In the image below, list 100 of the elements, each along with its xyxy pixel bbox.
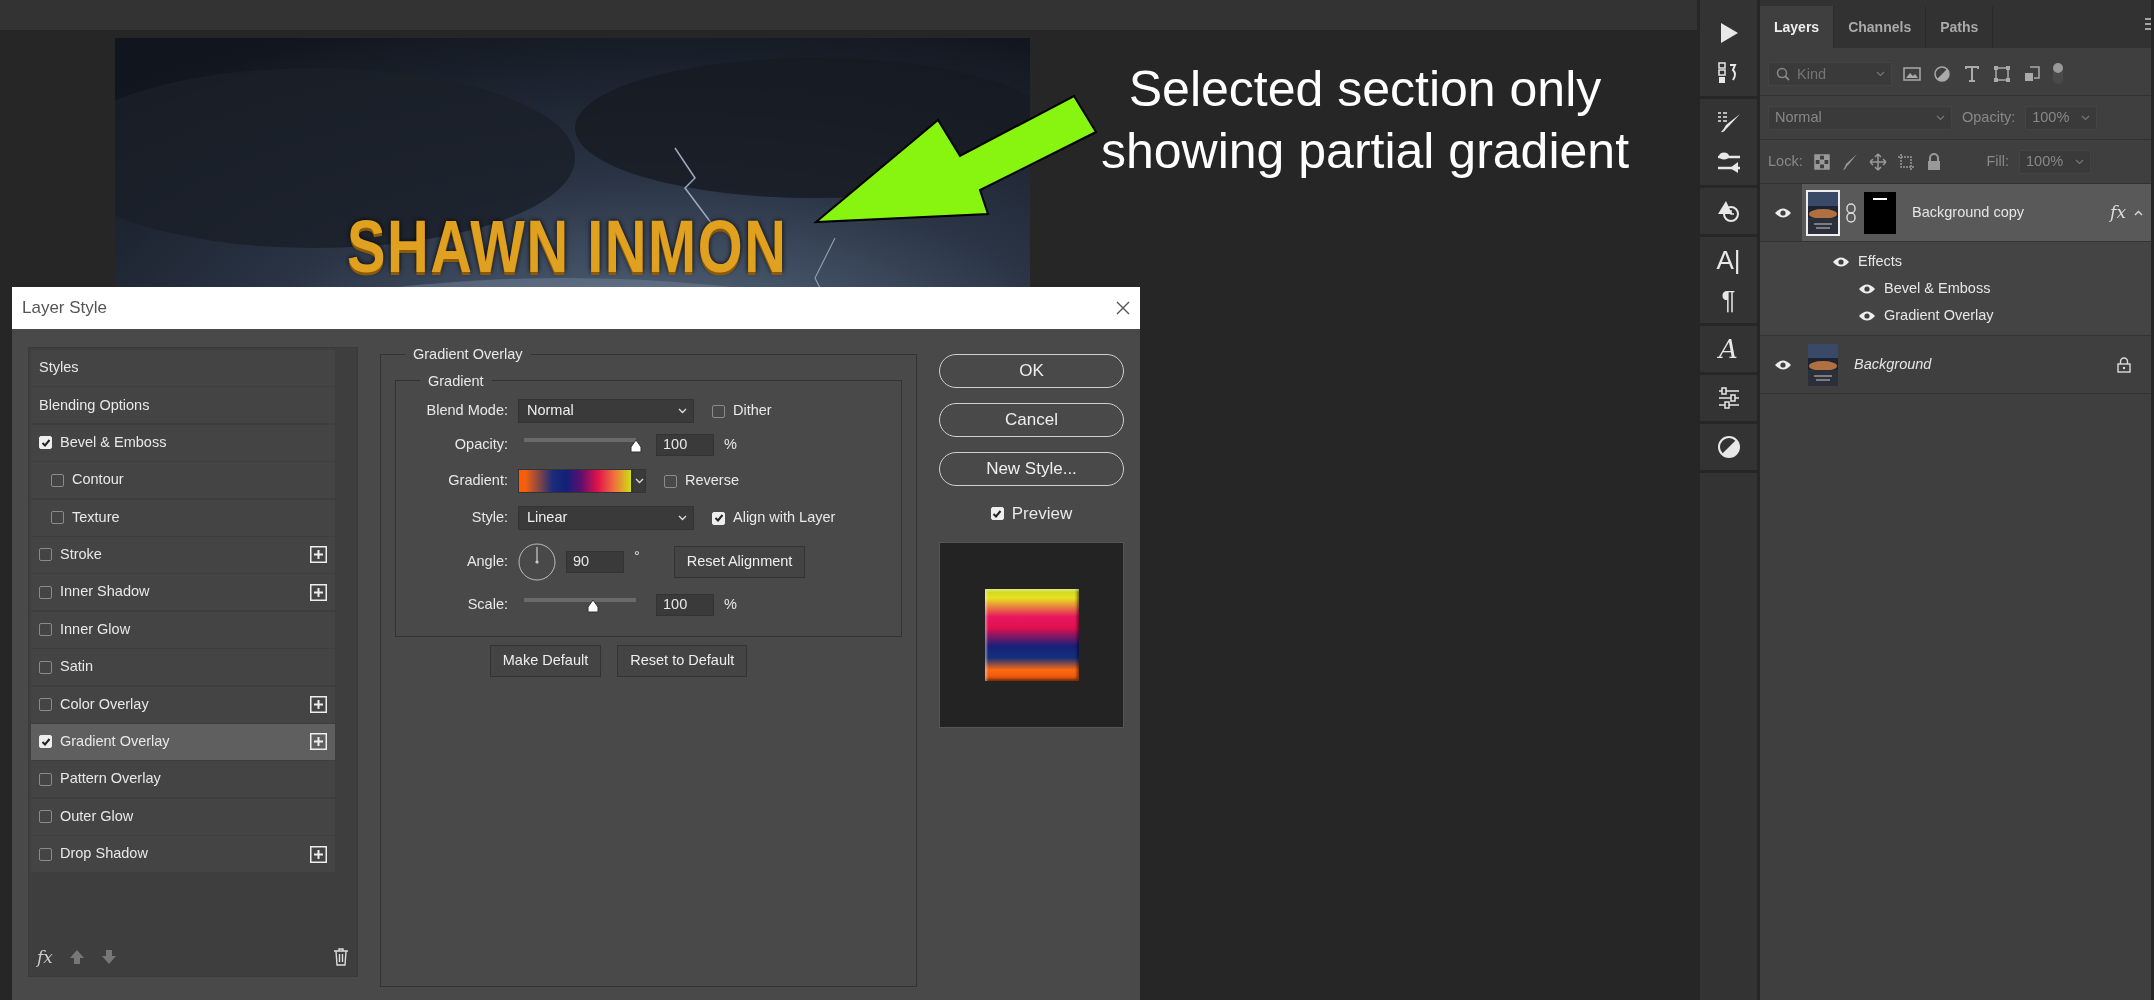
effects-label: Effects — [1858, 251, 1903, 271]
checkbox[interactable] — [39, 623, 52, 637]
paragraph-icon[interactable]: ¶ — [1721, 287, 1736, 313]
eye-icon[interactable] — [1858, 309, 1876, 322]
style-list-item[interactable]: Texture — [31, 499, 335, 536]
dialog-title: Layer Style — [22, 297, 108, 320]
up-arrow-icon[interactable] — [68, 949, 85, 966]
style-list-item[interactable]: Inner Glow — [31, 611, 335, 648]
caret-icon — [678, 515, 687, 521]
checkbox-label: Dither — [733, 401, 772, 421]
fx-menu[interactable]: fx — [37, 944, 53, 970]
menu-icon[interactable] — [2145, 18, 2151, 30]
slider-thumb[interactable] — [587, 599, 600, 613]
link-icon[interactable] — [1846, 202, 1856, 223]
brush-icon[interactable] — [1715, 109, 1742, 135]
checkbox[interactable] — [39, 660, 52, 674]
checkbox[interactable] — [664, 474, 677, 488]
eye-icon[interactable] — [1832, 255, 1850, 268]
style-list-item[interactable]: Gradient Overlay — [31, 723, 335, 760]
checkbox[interactable] — [39, 847, 52, 861]
blend-mode-dropdown[interactable]: Normal — [518, 399, 694, 423]
field-label: Angle: — [465, 552, 508, 572]
caret-icon — [1936, 114, 1945, 121]
checkbox[interactable] — [51, 473, 64, 487]
artwork-title: SHAWN INMON — [347, 210, 788, 284]
effect-name: Bevel & Emboss — [1884, 278, 1991, 298]
default-button[interactable]: Make Default — [489, 645, 602, 677]
trash-icon[interactable] — [333, 948, 349, 967]
add-icon[interactable] — [310, 546, 327, 564]
style-list-item[interactable]: Stroke — [31, 536, 335, 573]
layer-name: Background copy — [1912, 202, 2025, 222]
style-list-item[interactable]: Pattern Overlay — [31, 761, 335, 798]
number-field[interactable]: 100 — [656, 434, 714, 456]
add-icon[interactable] — [310, 733, 327, 751]
style-list-item[interactable]: Outer Glow — [31, 798, 335, 835]
caret-icon — [2075, 158, 2084, 165]
checker-lock-icon[interactable] — [1812, 152, 1831, 171]
number-field[interactable]: 90 — [566, 551, 624, 573]
default-button[interactable]: Reset to Default — [617, 645, 748, 677]
type-filter-icon[interactable] — [1962, 63, 1982, 84]
style-list-item[interactable]: Bevel & Emboss — [31, 424, 335, 461]
number-field[interactable]: 100 — [656, 594, 714, 616]
field-label: Blend Mode: — [425, 401, 508, 421]
checkbox[interactable] — [39, 585, 52, 599]
panel-tab[interactable]: Channels — [1834, 6, 1927, 48]
move-lock-icon[interactable] — [1868, 152, 1887, 171]
checkbox[interactable] — [51, 511, 64, 525]
search-icon — [1776, 66, 1790, 81]
selected-layer-row[interactable]: Background copy fx — [1802, 184, 2151, 241]
mask-thumbnail — [1864, 191, 1896, 234]
gradient-swatch[interactable] — [518, 469, 632, 493]
style-list-item[interactable]: Inner Shadow — [31, 574, 335, 611]
collapse-icon[interactable] — [2134, 209, 2143, 216]
field-label: Opacity: — [453, 435, 508, 455]
panel-tab[interactable]: Layers — [1760, 6, 1835, 48]
glyph-icon[interactable]: A — [1719, 336, 1738, 362]
style-list-item[interactable]: Styles — [31, 350, 335, 386]
checkbox[interactable] — [39, 548, 52, 562]
field-label: Lock: — [1768, 151, 1803, 171]
artboard-lock-icon[interactable] — [1896, 152, 1915, 171]
character-icon[interactable]: A| — [1716, 247, 1741, 273]
checkbox[interactable] — [712, 404, 725, 418]
checkbox[interactable] — [39, 810, 52, 824]
layer-row[interactable]: Background — [1802, 336, 2151, 393]
style-list-item[interactable]: Satin — [31, 649, 335, 686]
adjustment-filter-icon[interactable] — [1932, 63, 1952, 84]
eye-icon[interactable] — [1774, 358, 1792, 371]
style-list-item[interactable]: Drop Shadow — [31, 836, 335, 873]
checkbox-label: Preview — [1011, 503, 1073, 525]
filter-field[interactable]: Kind — [1768, 61, 1892, 86]
style-list-item[interactable]: Contour — [31, 462, 335, 499]
checkbox-label: Reverse — [685, 471, 739, 491]
caret-icon — [634, 478, 644, 484]
close-icon[interactable] — [1116, 301, 1130, 315]
eye-icon[interactable] — [1774, 206, 1792, 219]
filter-toggle[interactable] — [2052, 61, 2064, 86]
down-arrow-icon[interactable] — [100, 949, 117, 966]
field-label: Scale: — [466, 595, 508, 615]
panel-tab[interactable]: Paths — [1926, 6, 1994, 48]
add-icon[interactable] — [310, 845, 327, 863]
fx-label: fx — [2110, 200, 2126, 224]
checkbox[interactable] — [39, 698, 52, 711]
add-icon[interactable] — [310, 583, 327, 601]
gradient-dropdown[interactable] — [632, 469, 646, 493]
shape-filter-icon[interactable] — [1992, 63, 2012, 84]
brush-lock-icon[interactable] — [1840, 152, 1859, 171]
style-list-item[interactable]: Color Overlay — [31, 686, 335, 723]
angle-dial[interactable] — [518, 543, 556, 581]
checkbox-label: Align with Layer — [733, 508, 836, 528]
add-icon[interactable] — [310, 696, 327, 713]
reset-alignment-button[interactable]: Reset Alignment — [673, 546, 806, 578]
slider-thumb[interactable] — [630, 439, 642, 453]
contrast-icon[interactable] — [1715, 434, 1742, 460]
eye-icon[interactable] — [1858, 282, 1876, 295]
checkbox[interactable] — [39, 772, 52, 786]
style-dropdown[interactable]: Linear — [518, 506, 694, 530]
effect-name: Gradient Overlay — [1884, 305, 1994, 325]
smart-object-filter-icon[interactable] — [2022, 63, 2042, 84]
style-list-item[interactable]: Blending Options — [31, 387, 335, 424]
layer-name: Background — [1854, 354, 1932, 374]
